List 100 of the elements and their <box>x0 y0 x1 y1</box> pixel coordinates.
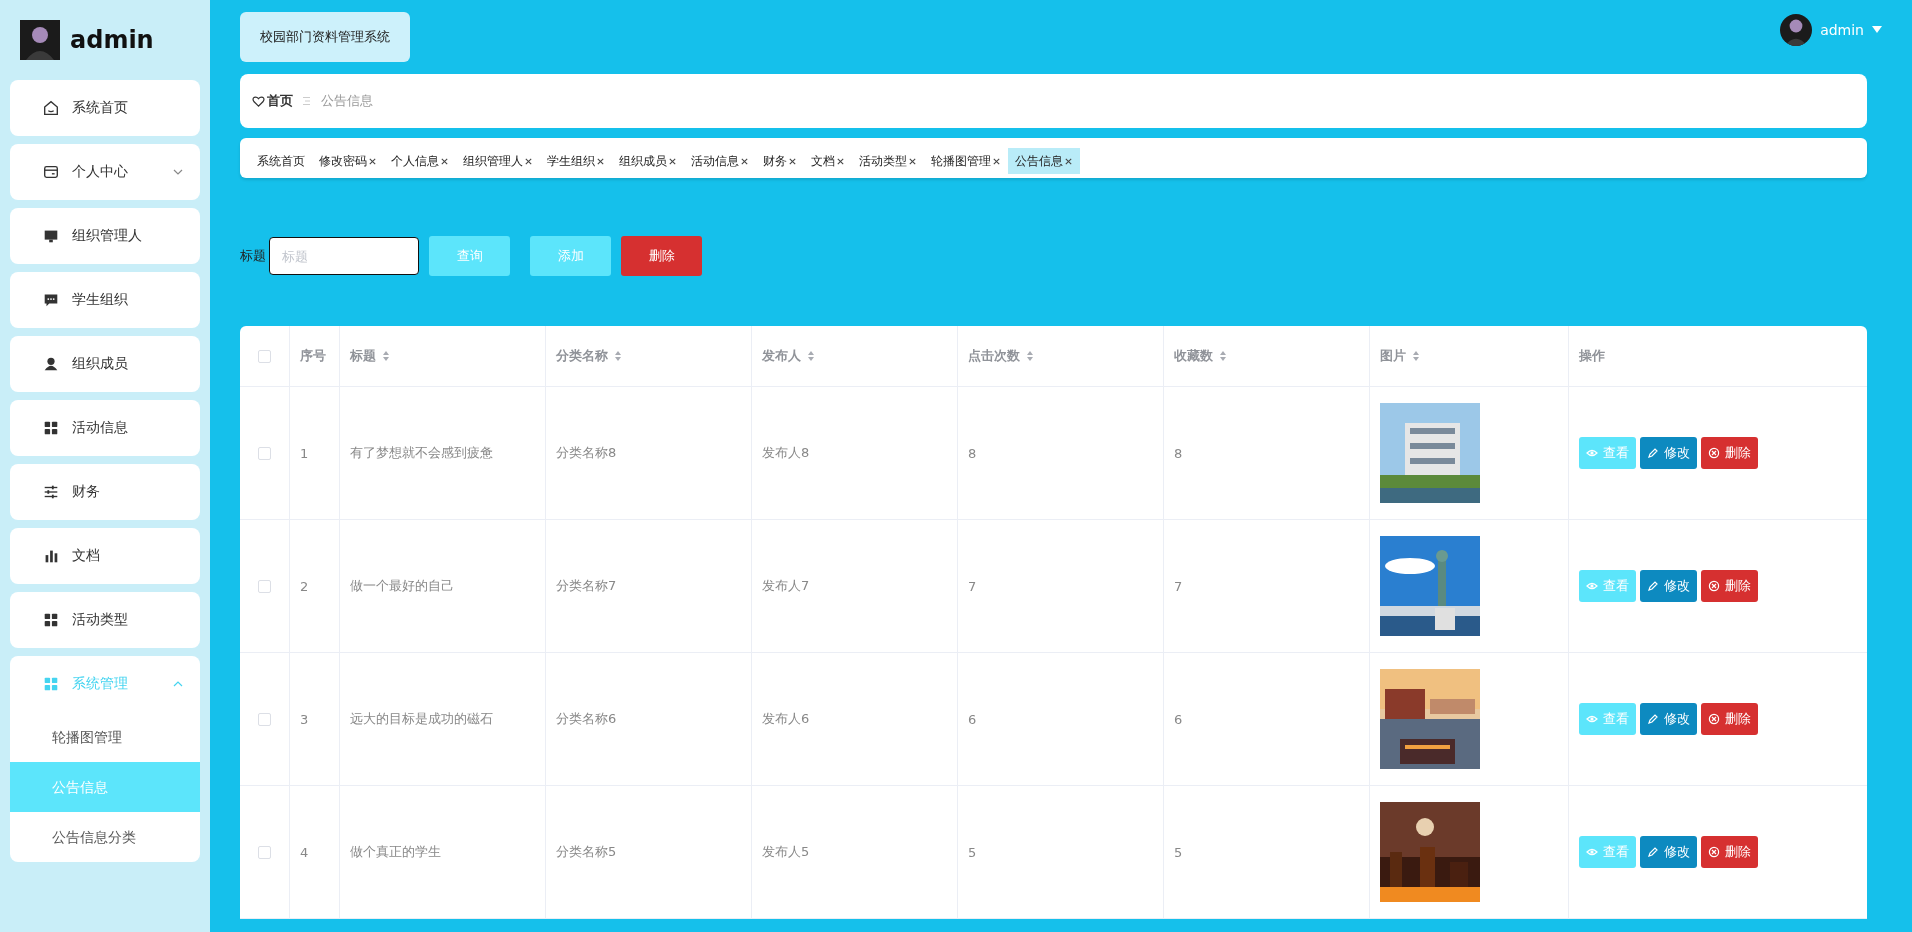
separator-icon <box>302 96 312 106</box>
table-cell: 5 <box>1174 844 1183 860</box>
close-icon[interactable] <box>740 156 749 166</box>
table-cell: 分类名称7 <box>556 577 617 595</box>
page-tab[interactable]: 活动信息 <box>684 148 756 174</box>
grid-icon <box>42 419 60 437</box>
pencil-icon <box>1647 580 1659 592</box>
sidebar-item[interactable]: 活动信息 <box>10 400 200 456</box>
delete-button[interactable]: 删除 <box>621 236 702 276</box>
sidebar-item[interactable]: 文档 <box>10 528 200 584</box>
caret-down-icon[interactable] <box>1872 26 1882 34</box>
page-tab[interactable]: 文档 <box>804 148 852 174</box>
page-tab[interactable]: 公告信息 <box>1008 148 1080 174</box>
table-cell: 6 <box>1174 711 1183 727</box>
edit-button[interactable]: 修改 <box>1640 570 1697 602</box>
sidebar-item[interactable]: 学生组织 <box>10 272 200 328</box>
close-icon[interactable] <box>908 156 917 166</box>
table-cell: 8 <box>968 445 977 461</box>
table-cell: 2 <box>300 578 309 594</box>
page-tab[interactable]: 组织成员 <box>612 148 684 174</box>
sliders-icon <box>42 483 60 501</box>
eye-icon <box>1586 580 1598 592</box>
field-label: 标题 <box>240 247 266 265</box>
delete-button[interactable]: 删除 <box>1701 703 1758 735</box>
title-input[interactable]: 标题 <box>269 237 419 275</box>
close-icon[interactable] <box>836 156 845 166</box>
table-cell: 分类名称5 <box>556 843 617 861</box>
sort-icon[interactable] <box>614 350 622 362</box>
table-cell: 做个真正的学生 <box>350 843 441 861</box>
page-tab[interactable]: 学生组织 <box>540 148 612 174</box>
sidebar-item[interactable]: 活动类型 <box>10 592 200 648</box>
table-cell: 6 <box>968 711 977 727</box>
heart-icon <box>252 94 265 108</box>
cancel-icon <box>1708 580 1720 592</box>
pencil-icon <box>1647 713 1659 725</box>
table-cell: 发布人7 <box>762 577 810 595</box>
edit-button[interactable]: 修改 <box>1640 437 1697 469</box>
table-cell: 发布人5 <box>762 843 810 861</box>
sort-icon[interactable] <box>1219 350 1227 362</box>
eye-icon <box>1586 846 1598 858</box>
eye-icon <box>1586 447 1598 459</box>
table-cell: 分类名称6 <box>556 710 617 728</box>
sidebar-item[interactable]: 系统首页 <box>10 80 200 136</box>
eye-icon <box>1586 713 1598 725</box>
close-icon[interactable] <box>1064 156 1073 166</box>
page-tab[interactable]: 个人信息 <box>384 148 456 174</box>
system-title: 校园部门资料管理系统 <box>240 12 410 62</box>
delete-button[interactable]: 删除 <box>1701 437 1758 469</box>
page-tab[interactable]: 活动类型 <box>852 148 924 174</box>
pencil-icon <box>1647 447 1659 459</box>
page-tab[interactable]: 修改密码 <box>312 148 384 174</box>
page-tab[interactable]: 财务 <box>756 148 804 174</box>
close-icon[interactable] <box>440 156 449 166</box>
card-icon <box>42 163 60 181</box>
sort-icon[interactable] <box>807 350 815 362</box>
delete-button[interactable]: 删除 <box>1701 570 1758 602</box>
checkbox[interactable] <box>258 349 271 363</box>
close-icon[interactable] <box>992 156 1001 166</box>
sort-icon[interactable] <box>1026 350 1034 362</box>
table-cell: 有了梦想就不会感到疲惫 <box>350 444 493 462</box>
table-cell: 5 <box>968 844 977 860</box>
page-tab[interactable]: 组织管理人 <box>456 148 540 174</box>
column-header: 序号 <box>300 347 326 365</box>
submenu-item[interactable]: 轮播图管理 <box>10 712 200 762</box>
avatar-icon <box>1780 14 1813 46</box>
breadcrumb-link[interactable]: 首页 <box>267 92 293 110</box>
sidebar-item[interactable]: 组织成员 <box>10 336 200 392</box>
cancel-icon <box>1708 713 1720 725</box>
pencil-icon <box>1647 846 1659 858</box>
close-icon[interactable] <box>368 156 377 166</box>
edit-button[interactable]: 修改 <box>1640 836 1697 868</box>
person-icon <box>42 355 60 373</box>
close-icon[interactable] <box>596 156 605 166</box>
submenu-item[interactable]: 公告信息分类 <box>10 812 200 862</box>
avatar-icon <box>20 20 60 60</box>
page-tab[interactable]: 系统首页 <box>250 148 312 174</box>
sort-icon[interactable] <box>1412 350 1420 362</box>
grid-icon <box>42 675 60 693</box>
checkbox[interactable] <box>258 579 271 593</box>
page-tab[interactable]: 轮播图管理 <box>924 148 1008 174</box>
sidebar-item[interactable]: 财务 <box>10 464 200 520</box>
checkbox[interactable] <box>258 845 271 859</box>
edit-button[interactable]: 修改 <box>1640 703 1697 735</box>
sidebar-item[interactable]: 组织管理人 <box>10 208 200 264</box>
table-cell: 8 <box>1174 445 1183 461</box>
table-cell: 分类名称8 <box>556 444 617 462</box>
delete-button[interactable]: 删除 <box>1701 836 1758 868</box>
table-cell: 远大的目标是成功的磁石 <box>350 710 493 728</box>
cancel-icon <box>1708 846 1720 858</box>
sidebar-item[interactable]: 个人中心 <box>10 144 200 200</box>
checkbox[interactable] <box>258 446 271 460</box>
checkbox[interactable] <box>258 712 271 726</box>
table-cell: 4 <box>300 844 309 860</box>
close-icon[interactable] <box>668 156 677 166</box>
table-cell: 1 <box>300 445 309 461</box>
sort-icon[interactable] <box>382 350 390 362</box>
column-header: 操作 <box>1579 347 1605 365</box>
close-icon[interactable] <box>524 156 533 166</box>
grid-icon <box>42 611 60 629</box>
close-icon[interactable] <box>788 156 797 166</box>
